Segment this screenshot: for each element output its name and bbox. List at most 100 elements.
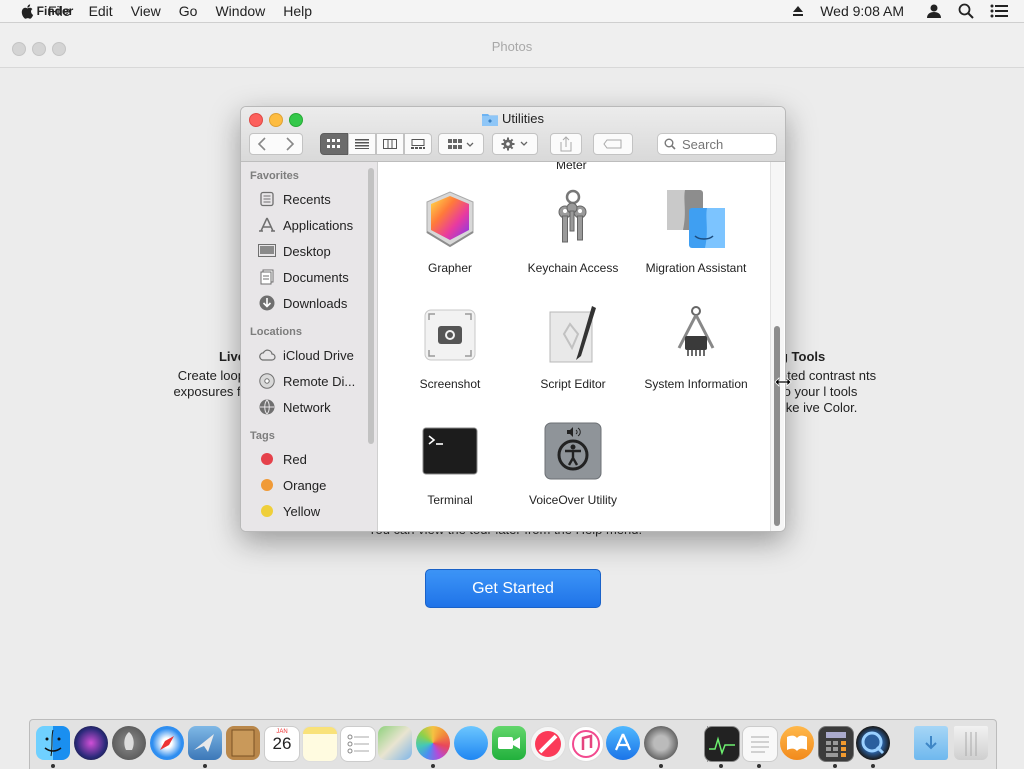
running-indicator [659, 764, 663, 768]
sidebar-item-downloads[interactable]: Downloads [241, 290, 377, 316]
finder-icon[interactable] [36, 726, 70, 760]
sidebar-item-network[interactable]: Network [241, 394, 377, 420]
gallery-view-button[interactable] [404, 133, 432, 155]
tags-button[interactable] [593, 133, 633, 155]
share-button[interactable] [550, 133, 582, 155]
search-input[interactable] [680, 135, 774, 153]
menu-clock[interactable]: Wed 9:08 AM [820, 3, 904, 19]
user-icon[interactable] [926, 3, 942, 19]
running-indicator [203, 764, 207, 768]
menu-go[interactable]: Go [179, 3, 198, 19]
eject-icon[interactable] [792, 5, 804, 17]
sidebar-tag-yellow[interactable]: Yellow [241, 498, 377, 524]
app-terminal[interactable]: Terminal [395, 420, 505, 508]
sidebar-item-desktop[interactable]: Desktop [241, 238, 377, 264]
activity-monitor-icon[interactable] [704, 726, 740, 762]
ibooks-icon[interactable] [780, 726, 814, 760]
feature-live-body: Create loop exposures fr [173, 368, 245, 399]
finder-title: Utilities [241, 111, 785, 126]
notes-icon[interactable] [302, 726, 338, 762]
app-grapher[interactable]: Grapher [395, 188, 505, 276]
sidebar-item-label: Documents [283, 269, 349, 285]
app-system-information[interactable]: System Information [641, 304, 751, 392]
app-label: Screenshot [419, 377, 481, 391]
sidebar-item-applications[interactable]: Applications [241, 212, 377, 238]
voiceover-utility-icon [544, 422, 602, 480]
facetime-icon[interactable] [492, 726, 526, 760]
system-preferences-icon[interactable] [644, 726, 678, 760]
quicktime-icon[interactable] [856, 726, 890, 760]
control-strip-icon[interactable] [990, 4, 1008, 18]
app-label: VoiceOver Utility [528, 493, 618, 507]
icon-view-button[interactable] [320, 133, 348, 155]
trash-icon[interactable] [954, 726, 988, 760]
disc-icon [258, 372, 276, 390]
app-script-editor[interactable]: Script Editor [518, 304, 628, 392]
action-button[interactable] [492, 133, 538, 155]
sidebar-item-icloud-drive[interactable]: iCloud Drive [241, 342, 377, 368]
sidebar-item-remote-disc[interactable]: Remote Di... [241, 368, 377, 394]
search-icon [664, 138, 676, 150]
grapher-icon [426, 191, 474, 248]
menu-app-name[interactable]: Finder [0, 3, 110, 19]
photos-window-title: Photos [491, 39, 533, 54]
forward-icon[interactable] [276, 134, 302, 154]
content-scrollbar-thumb[interactable] [774, 326, 780, 526]
app-keychain-access[interactable]: Keychain Access [518, 188, 628, 276]
column-view-icon [383, 139, 397, 149]
running-indicator [431, 764, 435, 768]
running-indicator [833, 764, 837, 768]
share-icon [560, 136, 572, 152]
maps-icon[interactable] [378, 726, 412, 760]
itunes-icon[interactable] [568, 726, 604, 762]
search-field[interactable] [657, 133, 777, 155]
dock: JAN 26 [29, 719, 997, 769]
news-icon[interactable] [530, 726, 566, 762]
textedit-icon[interactable] [742, 726, 778, 762]
sidebar-item-label: Downloads [283, 295, 348, 311]
app-label: Grapher [427, 261, 473, 275]
sidebar-item-recents[interactable]: Recents [241, 186, 377, 212]
photos-titlebar: Photos [0, 23, 1024, 68]
app-migration-assistant[interactable]: Migration Assistant [641, 188, 751, 276]
safari-icon[interactable] [150, 726, 184, 760]
sidebar-tag-orange[interactable]: Orange [241, 472, 377, 498]
menu-help[interactable]: Help [283, 3, 312, 19]
calculator-icon[interactable] [818, 726, 854, 762]
finder-title-text: Utilities [502, 111, 544, 126]
mail-icon[interactable] [188, 726, 222, 760]
menu-window[interactable]: Window [215, 3, 265, 19]
app-screenshot[interactable]: Screenshot [395, 304, 505, 392]
sidebar-item-label: Red [283, 451, 307, 467]
calendar-icon[interactable]: JAN 26 [264, 726, 300, 762]
tag-icon [603, 139, 622, 149]
feature-tools-title: g Tools [780, 349, 826, 364]
messages-icon[interactable] [454, 726, 488, 760]
launchpad-icon[interactable] [112, 726, 146, 760]
spotlight-icon[interactable] [958, 3, 974, 19]
app-store-icon[interactable] [606, 726, 640, 760]
siri-icon[interactable] [74, 726, 108, 760]
sidebar-tag-red[interactable]: Red [241, 446, 377, 472]
sidebar-item-label: Orange [283, 477, 327, 493]
contacts-icon[interactable] [226, 726, 260, 760]
sidebar-item-label: Network [283, 399, 331, 415]
group-icon [448, 139, 474, 149]
sidebar-heading-tags: Tags [250, 430, 275, 442]
photos-icon[interactable] [416, 726, 450, 760]
reminders-icon[interactable] [340, 726, 376, 762]
downloads-folder-icon[interactable] [914, 726, 948, 760]
sidebar-heading-locations: Locations [250, 326, 302, 338]
group-by-button[interactable] [438, 133, 484, 155]
icon-view-icon [327, 139, 340, 148]
sidebar-item-documents[interactable]: Documents [241, 264, 377, 290]
app-voiceover-utility[interactable]: VoiceOver Utility [518, 420, 628, 508]
sidebar-scrollbar[interactable] [368, 168, 374, 444]
menu-view[interactable]: View [131, 3, 161, 19]
column-view-button[interactable] [376, 133, 404, 155]
list-view-button[interactable] [348, 133, 376, 155]
back-icon[interactable] [250, 134, 276, 154]
feature-tools: g Tools ated contrast nts to your l tool… [780, 349, 880, 416]
get-started-button[interactable]: Get Started [425, 569, 601, 608]
running-indicator [871, 764, 875, 768]
